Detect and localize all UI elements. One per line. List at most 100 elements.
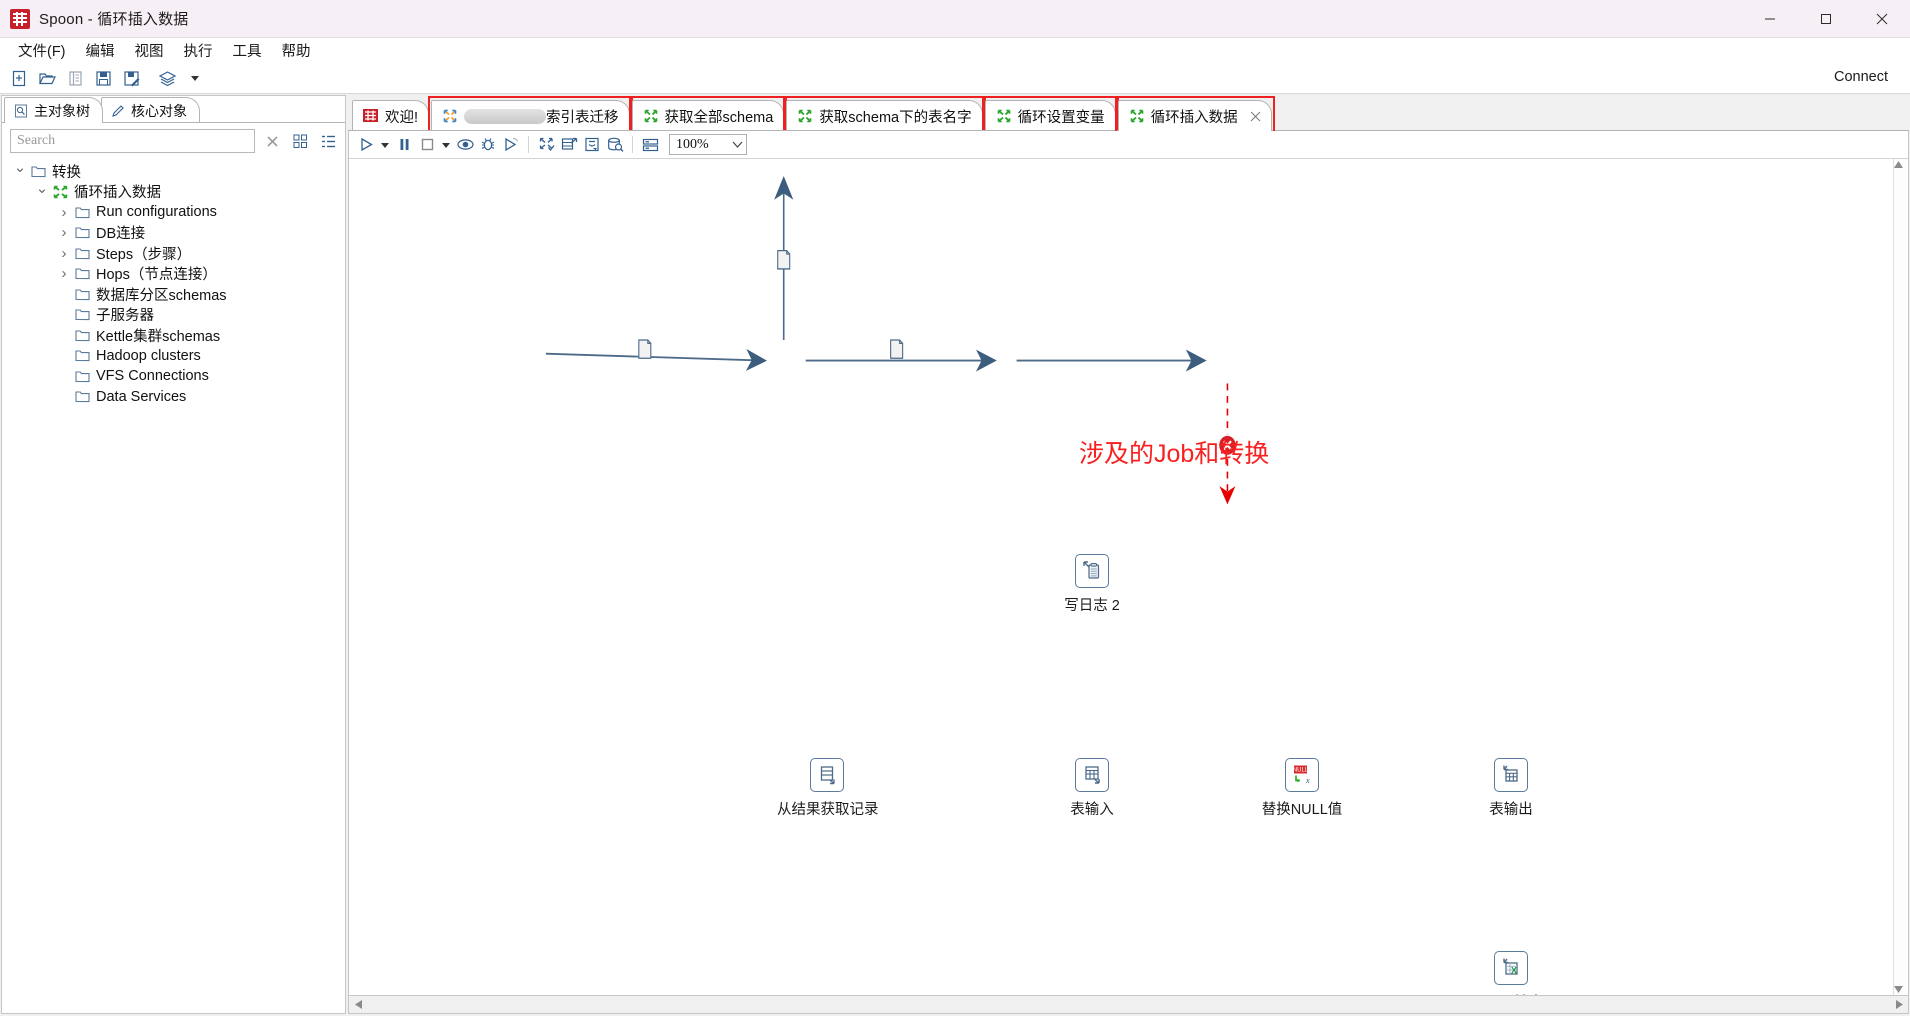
tree-item-db-connections[interactable]: DB连接 [2, 223, 345, 244]
tab-core-objects-label: 核心对象 [131, 102, 187, 119]
menu-tools[interactable]: 工具 [223, 38, 272, 63]
new-file-icon[interactable] [6, 66, 32, 90]
replay-icon[interactable] [500, 134, 522, 156]
tab-welcome[interactable]: 欢迎! [352, 100, 430, 131]
tree-item-slave-servers[interactable]: 子服务器 [2, 305, 345, 326]
verify-transformation-icon[interactable] [535, 134, 557, 156]
scroll-down-arrow[interactable] [1894, 986, 1908, 995]
chevron-down-icon[interactable] [732, 140, 743, 149]
tree-item-partition-schemas[interactable]: 数据库分区schemas [2, 284, 345, 305]
chevron-right-icon[interactable] [56, 265, 72, 282]
stop-icon[interactable] [416, 134, 438, 156]
open-folder-icon[interactable] [34, 66, 60, 90]
tree-item-steps[interactable]: Steps（步骤） [2, 243, 345, 264]
main-body: 主对象树 核心对象 Search ⌄ 转换 ⌄ 循环插入数据 › Run con… [0, 94, 1910, 1016]
table-input-icon [1075, 758, 1109, 792]
tree-item-label: 子服务器 [96, 308, 154, 325]
canvas-vertical-scrollbar[interactable] [1893, 159, 1908, 995]
transformation-canvas[interactable]: 涉及的Job和转换 写日志 2 从结果获取记录 表输入 NULL x 替换NUL… [348, 159, 1909, 996]
hop-doc-icon [890, 339, 904, 359]
menu-file[interactable]: 文件(F) [8, 38, 76, 63]
step-node-excel-output[interactable]: X Excel输出 [1461, 951, 1561, 995]
tree-item-kettle-cluster-schemas[interactable]: Kettle集群schemas [2, 325, 345, 346]
tree-item-vfs-connections[interactable]: VFS Connections [2, 366, 345, 387]
search-input[interactable] [10, 129, 255, 153]
menu-file-label: 文件(F) [18, 43, 66, 60]
chevron-right-icon[interactable] [56, 245, 72, 262]
tree-item-run-configurations[interactable]: Run configurations [2, 202, 345, 223]
transformation-icon [996, 108, 1012, 124]
step-node-label: 表输出 [1489, 802, 1533, 818]
run-icon[interactable] [355, 134, 377, 156]
menu-view[interactable]: 视图 [125, 38, 174, 63]
explore-repository-icon[interactable] [62, 66, 88, 90]
chevron-right-icon[interactable] [56, 224, 72, 241]
tab-get-table-names-under-schema[interactable]: 获取schema下的表名字 [783, 96, 986, 131]
close-button[interactable] [1854, 0, 1910, 38]
maximize-button[interactable] [1798, 0, 1854, 38]
close-icon[interactable] [1250, 111, 1261, 122]
scroll-right-arrow[interactable] [1890, 997, 1908, 1013]
main-toolbar: Connect [0, 63, 1910, 94]
explore-database-icon[interactable] [604, 134, 626, 156]
preview-icon[interactable] [454, 134, 476, 156]
collapse-all-icon[interactable] [317, 130, 339, 152]
save-icon[interactable] [90, 66, 116, 90]
scroll-up-arrow[interactable] [1894, 159, 1908, 168]
show-grid-icon[interactable] [639, 134, 661, 156]
tree-item-data-services[interactable]: Data Services [2, 387, 345, 408]
tree-item-hops[interactable]: Hops（节点连接） [2, 264, 345, 285]
scroll-track[interactable] [367, 996, 1890, 1013]
tab-main-object-tree[interactable]: 主对象树 [4, 97, 103, 123]
step-node-table-output[interactable]: 表输出 [1461, 758, 1561, 819]
tab-main-object-tree-label: 主对象树 [34, 102, 90, 119]
scroll-left-arrow[interactable] [349, 997, 367, 1013]
step-node-write-to-log[interactable]: 写日志 2 [1042, 554, 1142, 615]
step-node-null-replace[interactable]: NULL x 替换NULL值 [1252, 758, 1352, 819]
tree-item-label: Kettle集群schemas [96, 328, 221, 345]
clear-x-icon[interactable] [261, 130, 283, 152]
tab-get-all-schema[interactable]: 获取全部schema [628, 96, 788, 131]
tab-loop-set-variables[interactable]: 循环设置变量 [981, 96, 1119, 131]
tree-item-loop-insert-data[interactable]: 循环插入数据 [2, 182, 345, 203]
spoon-window: Spoon - 循环插入数据 文件(F) 编辑 视图 执行 工具 帮助 Conn… [0, 0, 1910, 1016]
menu-edit[interactable]: 编辑 [76, 38, 125, 63]
tab-core-objects[interactable]: 核心对象 [101, 97, 200, 123]
canvas-horizontal-scrollbar[interactable] [348, 996, 1909, 1014]
folder-icon [72, 390, 92, 403]
layers-icon[interactable] [154, 66, 180, 90]
menu-run[interactable]: 执行 [174, 38, 223, 63]
impact-analysis-icon[interactable] [558, 134, 580, 156]
chevron-down-icon[interactable] [182, 66, 208, 90]
expand-all-icon[interactable] [289, 130, 311, 152]
chevron-down-icon[interactable] [12, 162, 28, 180]
pause-icon[interactable] [393, 134, 415, 156]
menu-help[interactable]: 帮助 [272, 38, 321, 63]
connect-label[interactable]: Connect [1834, 69, 1888, 85]
step-node-table-input[interactable]: 表输入 [1042, 758, 1142, 819]
tab-loop-insert-data[interactable]: 循环插入数据 [1114, 96, 1275, 131]
zoom-value: 100% [676, 136, 709, 152]
minimize-button[interactable] [1742, 0, 1798, 38]
tab-loop-insert-data-label: 循环插入数据 [1150, 109, 1238, 126]
tree-item-hadoop-clusters[interactable]: Hadoop clusters [2, 346, 345, 367]
left-panel: 主对象树 核心对象 Search ⌄ 转换 ⌄ 循环插入数据 › Run con… [1, 95, 346, 1014]
stop-options-chevron-icon[interactable] [439, 134, 453, 156]
chevron-right-icon[interactable] [56, 204, 72, 221]
svg-text:X: X [1511, 966, 1517, 976]
write-to-log-icon [1075, 554, 1109, 588]
chevron-down-icon[interactable] [34, 183, 50, 201]
zoom-selector[interactable]: 100% [669, 134, 747, 155]
save-as-icon[interactable] [118, 66, 144, 90]
run-options-chevron-icon[interactable] [378, 134, 392, 156]
generate-sql-icon[interactable] [581, 134, 603, 156]
step-node-get-rows-from-result[interactable]: 从结果获取记录 [777, 758, 879, 819]
redacted-tab-text [464, 108, 547, 124]
step-node-label: 从结果获取记录 [777, 802, 879, 818]
debug-icon[interactable] [477, 134, 499, 156]
canvas-surface[interactable]: 涉及的Job和转换 写日志 2 从结果获取记录 表输入 NULL x 替换NUL… [349, 159, 1908, 995]
tree-item-label: DB连接 [96, 226, 146, 243]
tab-index-table-migration[interactable]: 索引表迁移 [428, 96, 633, 131]
table-output-icon [1494, 758, 1528, 792]
tree-item-transformations[interactable]: 转换 [2, 161, 345, 182]
